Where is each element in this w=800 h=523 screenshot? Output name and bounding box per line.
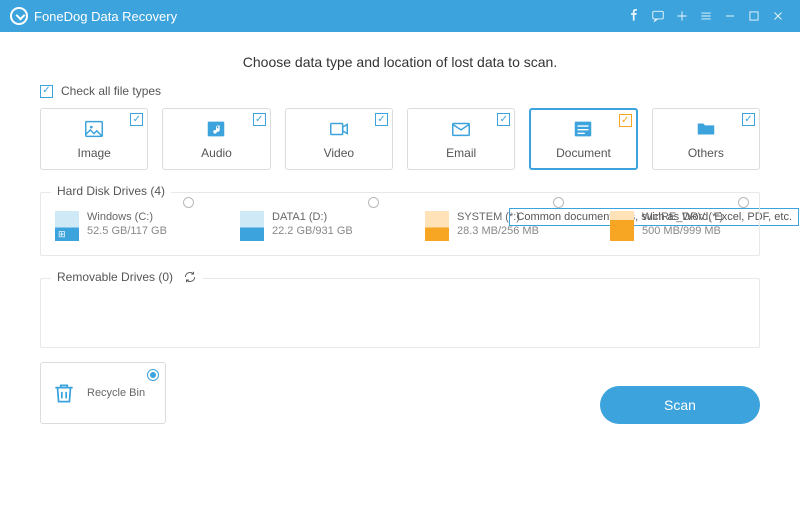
menu-icon[interactable] — [694, 4, 718, 28]
maximize-icon[interactable] — [742, 4, 766, 28]
drive-name: SYSTEM (*:) — [457, 211, 539, 223]
hdd-legend: Hard Disk Drives (4) — [51, 184, 171, 198]
close-icon[interactable] — [766, 4, 790, 28]
type-label: Email — [446, 146, 476, 160]
recycle-radio[interactable] — [147, 369, 159, 381]
drive-icon — [240, 211, 264, 241]
drive-icon — [425, 211, 449, 241]
type-label: Audio — [201, 146, 232, 160]
document-icon — [572, 118, 594, 140]
drive-item[interactable]: WinRE_DRV (*:) 500 MB/999 MB — [610, 211, 745, 241]
main-content: Choose data type and location of lost da… — [0, 32, 800, 424]
type-checkbox[interactable] — [253, 113, 266, 126]
drive-radio[interactable] — [738, 197, 749, 208]
type-label: Image — [77, 146, 110, 160]
check-all-row[interactable]: Check all file types — [40, 84, 760, 98]
type-checkbox[interactable] — [375, 113, 388, 126]
drive-item[interactable]: SYSTEM (*:) 28.3 MB/256 MB — [425, 211, 560, 241]
check-all-checkbox[interactable] — [40, 85, 53, 98]
section-hard-disk-drives: Hard Disk Drives (4) ⊞ Windows (C:) 52.5… — [40, 192, 760, 256]
drive-size: 28.3 MB/256 MB — [457, 225, 539, 237]
type-checkbox[interactable] — [497, 113, 510, 126]
audio-icon — [205, 118, 227, 140]
folder-icon — [695, 118, 717, 140]
trash-icon — [51, 380, 77, 406]
type-card-video[interactable]: Video — [285, 108, 393, 170]
scan-button[interactable]: Scan — [600, 386, 760, 424]
minimize-icon[interactable] — [718, 4, 742, 28]
drive-radio[interactable] — [183, 197, 194, 208]
facebook-icon[interactable] — [622, 4, 646, 28]
refresh-icon[interactable] — [183, 270, 197, 284]
page-headline: Choose data type and location of lost da… — [40, 54, 760, 70]
drive-row: ⊞ Windows (C:) 52.5 GB/117 GB DATA1 (D:)… — [55, 211, 745, 241]
email-icon — [450, 118, 472, 140]
removable-title: Removable Drives (0) — [57, 270, 173, 284]
drive-item[interactable]: ⊞ Windows (C:) 52.5 GB/117 GB — [55, 211, 190, 241]
file-type-row: Image Audio Video Email Document Others — [40, 108, 760, 170]
feedback-icon[interactable] — [646, 4, 670, 28]
drive-size: 52.5 GB/117 GB — [87, 225, 167, 237]
type-label: Document — [556, 146, 611, 160]
recycle-bin-card[interactable]: Recycle Bin — [40, 362, 166, 424]
type-card-document[interactable]: Document — [529, 108, 637, 170]
drive-radio[interactable] — [368, 197, 379, 208]
drive-name: WinRE_DRV (*:) — [642, 211, 723, 223]
drive-name: Windows (C:) — [87, 211, 167, 223]
drive-item[interactable]: DATA1 (D:) 22.2 GB/931 GB — [240, 211, 375, 241]
check-all-label: Check all file types — [61, 84, 161, 98]
hdd-title: Hard Disk Drives (4) — [57, 184, 165, 198]
type-checkbox[interactable] — [619, 114, 632, 127]
app-title: FoneDog Data Recovery — [34, 9, 177, 24]
drive-radio[interactable] — [553, 197, 564, 208]
recycle-label: Recycle Bin — [87, 387, 145, 399]
type-checkbox[interactable] — [742, 113, 755, 126]
type-label: Video — [324, 146, 354, 160]
removable-legend: Removable Drives (0) — [51, 270, 203, 284]
drive-size: 22.2 GB/931 GB — [272, 225, 353, 237]
drive-icon — [610, 211, 634, 241]
type-card-audio[interactable]: Audio — [162, 108, 270, 170]
plus-icon[interactable] — [670, 4, 694, 28]
type-card-others[interactable]: Others — [652, 108, 760, 170]
image-icon — [83, 118, 105, 140]
type-card-image[interactable]: Image — [40, 108, 148, 170]
drive-size: 500 MB/999 MB — [642, 225, 723, 237]
type-card-email[interactable]: Email — [407, 108, 515, 170]
app-logo-icon — [10, 7, 28, 25]
bottom-row: Recycle Bin Scan — [40, 362, 760, 424]
video-icon — [328, 118, 350, 140]
scan-label: Scan — [664, 397, 696, 413]
type-label: Others — [688, 146, 724, 160]
titlebar: FoneDog Data Recovery — [0, 0, 800, 32]
section-removable-drives: Removable Drives (0) — [40, 278, 760, 348]
drive-name: DATA1 (D:) — [272, 211, 353, 223]
type-checkbox[interactable] — [130, 113, 143, 126]
drive-icon: ⊞ — [55, 211, 79, 241]
